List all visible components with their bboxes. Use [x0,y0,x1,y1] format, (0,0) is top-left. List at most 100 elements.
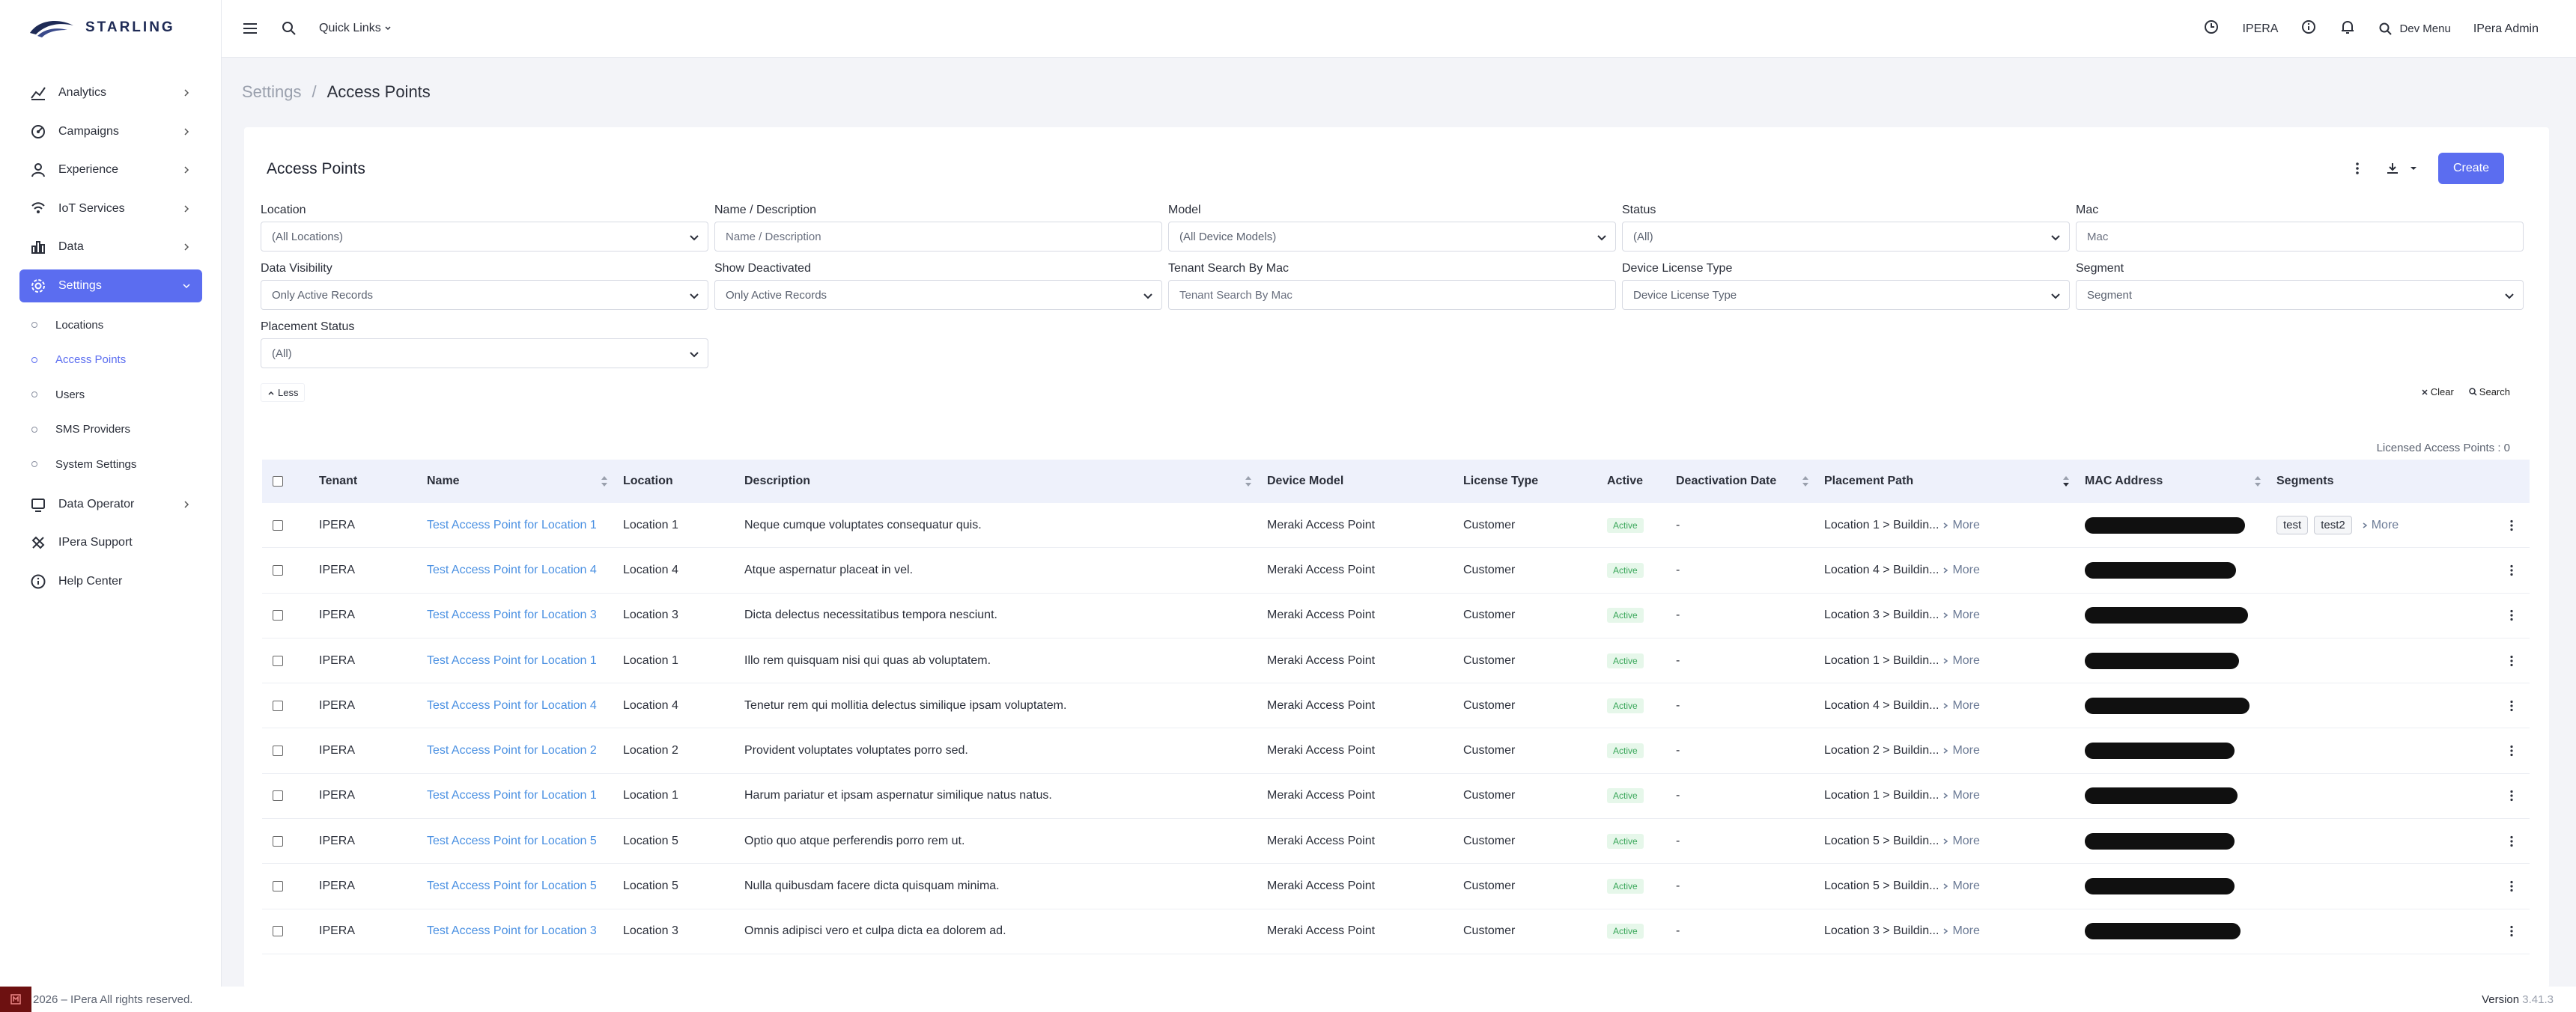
placement-more-link[interactable]: More [1942,609,1980,622]
row-checkbox[interactable] [273,700,283,711]
subnav-item-system-settings[interactable]: System Settings [19,447,202,482]
access-point-name-link[interactable]: Test Access Point for Location 5 [427,880,597,893]
row-checkbox[interactable] [273,519,283,531]
table-row[interactable]: IPERA Test Access Point for Location 5 Loc… [262,819,2530,865]
row-checkbox[interactable] [273,790,283,802]
row-more-options-icon[interactable] [2510,564,2513,576]
row-more-options-icon[interactable] [2510,790,2513,802]
device-license-select[interactable]: Device License Type [1622,280,2070,310]
quick-links-dropdown[interactable]: Quick Links [319,22,392,35]
access-point-name-link[interactable]: Test Access Point for Location 2 [427,744,597,758]
sidebar-item-settings[interactable]: Settings [19,269,202,302]
access-point-name-link[interactable]: Test Access Point for Location 1 [427,519,597,532]
col-tenant[interactable]: Tenant [312,475,419,488]
segment-select[interactable]: Segment [2076,280,2524,310]
segment-tag[interactable]: test [2276,516,2309,535]
info-icon[interactable] [2300,19,2317,39]
subnav-item-users[interactable]: Users [19,377,202,412]
table-row[interactable]: IPERA Test Access Point for Location 5 Loc… [262,864,2530,909]
segments-more-link[interactable]: More [2361,519,2399,532]
create-button[interactable]: Create [2438,153,2504,184]
col-mac-address[interactable]: MAC Address [2077,475,2269,488]
col-device-model[interactable]: Device Model [1260,475,1456,488]
timer-icon[interactable] [2203,19,2220,39]
search-icon[interactable] [274,13,304,43]
table-row[interactable]: IPERA Test Access Point for Location 1 Loc… [262,638,2530,684]
data-visibility-select[interactable]: Only Active Records [261,280,708,310]
more-options-icon[interactable] [2350,157,2365,180]
col-active[interactable]: Active [1600,475,1668,488]
row-checkbox[interactable] [273,746,283,757]
table-row[interactable]: IPERA Test Access Point for Location 2 Loc… [262,728,2530,774]
row-checkbox[interactable] [273,835,283,847]
table-row[interactable]: IPERA Test Access Point for Location 4 Loc… [262,548,2530,594]
sidebar-item-experience[interactable]: Experience [19,153,202,186]
subnav-item-locations[interactable]: Locations [19,308,202,343]
table-row[interactable]: IPERA Test Access Point for Location 1 Loc… [262,503,2530,549]
mac-input[interactable]: Mac [2076,222,2524,252]
col-license-type[interactable]: License Type [1456,475,1600,488]
less-filters-button[interactable]: Less [261,383,306,402]
sidebar-item-ipera-support[interactable]: IPera Support [19,526,202,559]
row-more-options-icon[interactable] [2510,700,2513,712]
search-button[interactable]: Search [2464,383,2515,400]
sidebar-item-data-operator[interactable]: Data Operator [19,488,202,521]
sidebar-item-campaigns[interactable]: Campaigns [19,115,202,148]
table-row[interactable]: IPERA Test Access Point for Location 3 Loc… [262,909,2530,954]
subnav-item-sms-providers[interactable]: SMS Providers [19,412,202,448]
row-checkbox[interactable] [273,655,283,666]
show-deactivated-select[interactable]: Only Active Records [714,280,1162,310]
placement-more-link[interactable]: More [1942,880,1980,893]
sidebar-item-iot-services[interactable]: IoT Services [19,192,202,225]
col-segments[interactable]: Segments [2269,475,2486,488]
sidebar-item-analytics[interactable]: Analytics [19,76,202,109]
sidebar-item-help-center[interactable]: Help Center [19,565,202,598]
brand-logo[interactable]: STARLING [28,16,175,39]
row-more-options-icon[interactable] [2510,655,2513,667]
row-checkbox[interactable] [273,881,283,892]
table-row[interactable]: IPERA Test Access Point for Location 4 Loc… [262,683,2530,729]
download-button[interactable] [2375,154,2428,183]
dev-menu-button[interactable]: Dev Menu [2378,22,2451,37]
select-all-checkbox[interactable] [273,476,283,487]
row-more-options-icon[interactable] [2510,880,2513,892]
tenant-label[interactable]: IPERA [2242,22,2278,36]
placement-more-link[interactable]: More [1942,789,1980,802]
clear-button[interactable]: Clear [2416,383,2458,400]
model-select[interactable]: (All Device Models) [1168,222,1616,252]
access-point-name-link[interactable]: Test Access Point for Location 1 [427,654,597,668]
row-more-options-icon[interactable] [2510,745,2513,757]
placement-more-link[interactable]: More [1942,835,1980,848]
placement-status-select[interactable]: (All) [261,338,708,368]
name-description-input[interactable]: Name / Description [714,222,1162,252]
access-point-name-link[interactable]: Test Access Point for Location 3 [427,609,597,622]
access-point-name-link[interactable]: Test Access Point for Location 5 [427,835,597,848]
row-more-options-icon[interactable] [2510,835,2513,847]
tenant-search-mac-input[interactable]: Tenant Search By Mac [1168,280,1616,310]
segment-tag[interactable]: test2 [2314,516,2352,535]
hamburger-menu-icon[interactable] [235,13,265,43]
placement-more-link[interactable]: More [1942,519,1980,532]
access-point-name-link[interactable]: Test Access Point for Location 3 [427,924,597,938]
access-point-name-link[interactable]: Test Access Point for Location 4 [427,564,597,577]
col-placement-path[interactable]: Placement Path [1817,475,2077,488]
user-menu[interactable]: IPera Admin [2473,22,2539,36]
row-checkbox[interactable] [273,564,283,576]
notification-bell-icon[interactable] [2339,19,2356,39]
subnav-item-access-points[interactable]: Access Points [19,343,202,378]
table-row[interactable]: IPERA Test Access Point for Location 3 Loc… [262,594,2530,638]
col-deactivation-date[interactable]: Deactivation Date [1668,475,1817,488]
placement-more-link[interactable]: More [1942,744,1980,758]
placement-more-link[interactable]: More [1942,654,1980,668]
col-location[interactable]: Location [616,475,737,488]
access-point-name-link[interactable]: Test Access Point for Location 1 [427,789,597,802]
row-more-options-icon[interactable] [2510,519,2513,531]
row-checkbox[interactable] [273,926,283,937]
placement-more-link[interactable]: More [1942,564,1980,577]
col-name[interactable]: Name [419,475,616,488]
access-point-name-link[interactable]: Test Access Point for Location 4 [427,699,597,713]
sidebar-item-data[interactable]: Data [19,231,202,263]
col-description[interactable]: Description [737,475,1260,488]
row-more-options-icon[interactable] [2510,609,2513,621]
status-select[interactable]: (All) [1622,222,2070,252]
